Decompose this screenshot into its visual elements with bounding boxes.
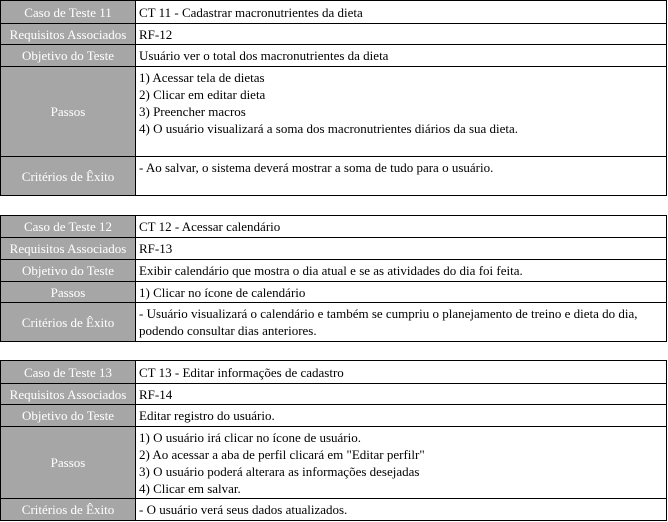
passo-item: 1) Acessar tela de dietas xyxy=(139,70,265,85)
caso-label: Caso de Teste 12 xyxy=(0,215,136,238)
criterios-label: Critérios de Êxito xyxy=(0,156,136,196)
criterios-value: - Ao salvar, o sistema deverá mostrar a … xyxy=(135,156,667,196)
caso-row: Caso de Teste 11 CT 11 - Cadastrar macro… xyxy=(0,0,667,24)
passo-item: 1) Clicar no ícone de calendário xyxy=(139,284,306,300)
passo-item: 4) O usuário visualizará a soma dos macr… xyxy=(139,121,519,136)
passos-list: 1) O usuário irá clicar no ícone de usuá… xyxy=(135,426,667,499)
caso-value: CT 13 - Editar informações de cadastro xyxy=(135,360,667,384)
test-case-table-12: Caso de Teste 12 CT 12 - Acessar calendá… xyxy=(0,215,667,342)
passos-row: Passos 1) Clicar no ícone de calendário xyxy=(0,281,667,303)
objetivo-row: Objetivo do Teste Usuário ver o total do… xyxy=(0,44,667,67)
requisitos-row: Requisitos Associados RF-13 xyxy=(0,237,667,260)
caso-value: CT 11 - Cadastrar macronutrientes da die… xyxy=(135,0,667,24)
passo-item: 3) O usuário poderá alterara as informaç… xyxy=(139,463,420,479)
requisitos-value: RF-12 xyxy=(135,23,667,45)
requisitos-label: Requisitos Associados xyxy=(0,383,136,405)
passo-item: 1) O usuário irá clicar no ícone de usuá… xyxy=(139,429,362,445)
criterios-row: Critérios de Êxito - Usuário visualizará… xyxy=(0,302,667,342)
objetivo-value: Usuário ver o total dos macronutrientes … xyxy=(135,44,667,67)
criterios-value: - O usuário verá seus dados atualizados. xyxy=(135,498,667,521)
requisitos-label: Requisitos Associados xyxy=(0,237,136,260)
objetivo-value: Exibir calendário que mostra o dia atual… xyxy=(135,259,667,282)
objetivo-label: Objetivo do Teste xyxy=(0,404,136,427)
requisitos-row: Requisitos Associados RF-12 xyxy=(0,23,667,45)
requisitos-label: Requisitos Associados xyxy=(0,23,136,45)
test-case-table-13: Caso de Teste 13 CT 13 - Editar informaç… xyxy=(0,360,667,521)
passos-list: 1) Acessar tela de dietas 2) Clicar em e… xyxy=(135,66,667,157)
test-case-table-11: Caso de Teste 11 CT 11 - Cadastrar macro… xyxy=(0,0,667,196)
requisitos-value: RF-14 xyxy=(135,383,667,405)
criterios-value: - Usuário visualizará o calendário e tam… xyxy=(135,302,667,342)
criterios-row: Critérios de Êxito - Ao salvar, o sistem… xyxy=(0,156,667,196)
requisitos-value: RF-13 xyxy=(135,237,667,260)
criterios-label: Critérios de Êxito xyxy=(0,302,136,342)
passos-label: Passos xyxy=(0,281,136,303)
caso-label: Caso de Teste 11 xyxy=(0,0,136,24)
objetivo-row: Objetivo do Teste Exibir calendário que … xyxy=(0,259,667,282)
objetivo-label: Objetivo do Teste xyxy=(0,44,136,67)
passos-list: 1) Clicar no ícone de calendário xyxy=(135,281,667,303)
passos-label: Passos xyxy=(0,66,136,157)
objetivo-label: Objetivo do Teste xyxy=(0,259,136,282)
criterios-row: Critérios de Êxito - O usuário verá seus… xyxy=(0,498,667,521)
passo-item: 4) Clicar em salvar. xyxy=(139,480,241,496)
caso-row: Caso de Teste 13 CT 13 - Editar informaç… xyxy=(0,360,667,384)
requisitos-row: Requisitos Associados RF-14 xyxy=(0,383,667,405)
objetivo-value: Editar registro do usuário. xyxy=(135,404,667,427)
caso-row: Caso de Teste 12 CT 12 - Acessar calendá… xyxy=(0,215,667,238)
passo-item: 3) Preencher macros xyxy=(139,104,246,119)
passo-item: 2) Ao acessar a aba de perfil clicará em… xyxy=(139,446,425,462)
passos-row: Passos 1) Acessar tela de dietas 2) Clic… xyxy=(0,66,667,157)
passos-row: Passos 1) O usuário irá clicar no ícone … xyxy=(0,426,667,499)
passo-item: 2) Clicar em editar dieta xyxy=(139,87,266,102)
criterios-label: Critérios de Êxito xyxy=(0,498,136,521)
objetivo-row: Objetivo do Teste Editar registro do usu… xyxy=(0,404,667,427)
caso-label: Caso de Teste 13 xyxy=(0,360,136,384)
passos-label: Passos xyxy=(0,426,136,499)
caso-value: CT 12 - Acessar calendário xyxy=(135,215,667,238)
